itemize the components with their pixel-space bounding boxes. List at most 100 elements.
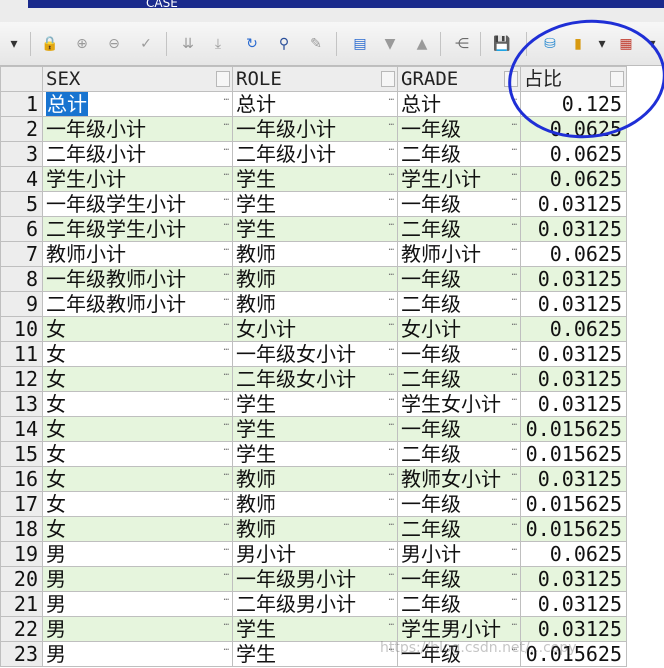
cell-sex[interactable]: 男… xyxy=(42,616,233,642)
save-floppy-icon[interactable]: 💾 xyxy=(492,34,512,54)
row-number[interactable]: 18 xyxy=(0,516,43,542)
cell-edit-marker[interactable]: … xyxy=(389,543,394,555)
row-number[interactable]: 22 xyxy=(0,616,43,642)
column-filter-button[interactable] xyxy=(381,71,395,87)
row-number[interactable]: 15 xyxy=(0,441,43,467)
cell-edit-marker[interactable]: … xyxy=(512,293,517,305)
cell-sex[interactable]: 二年级教师小计… xyxy=(42,291,233,317)
cell-grade[interactable]: 总计… xyxy=(397,91,521,117)
cell-edit-marker[interactable]: … xyxy=(389,443,394,455)
cell-ratio[interactable]: 0.03125 xyxy=(520,616,627,642)
cell-edit-marker[interactable]: … xyxy=(389,118,394,130)
cell-ratio[interactable]: 0.015625 xyxy=(520,416,627,442)
cell-grade[interactable]: 二年级… xyxy=(397,141,521,167)
cell-edit-marker[interactable]: … xyxy=(512,468,517,480)
clear-eraser-icon[interactable]: ✎ xyxy=(306,34,326,54)
table-row[interactable]: 1 总计… 总计… 总计… 0.125 xyxy=(0,91,627,117)
refresh-icon[interactable]: ↻ xyxy=(242,34,262,54)
cell-grade[interactable]: 一年级… xyxy=(397,266,521,292)
table-row[interactable]: 10 女… 女小计… 女小计… 0.0625 xyxy=(0,316,627,342)
cell-role[interactable]: 教师… xyxy=(232,516,398,542)
column-header-sex[interactable]: SEX xyxy=(42,66,233,92)
table-row[interactable]: 18 女… 教师… 二年级… 0.015625 xyxy=(0,516,627,542)
cell-grade[interactable]: 男小计… xyxy=(397,541,521,567)
cell-edit-marker[interactable]: … xyxy=(389,343,394,355)
cell-ratio[interactable]: 0.015625 xyxy=(520,641,627,667)
cell-grade[interactable]: 一年级… xyxy=(397,191,521,217)
cell-sex[interactable]: 女… xyxy=(42,316,233,342)
table-row[interactable]: 15 女… 学生… 二年级… 0.015625 xyxy=(0,441,627,467)
cell-sex[interactable]: 二年级学生小计… xyxy=(42,216,233,242)
cell-edit-marker[interactable]: … xyxy=(389,368,394,380)
cell-edit-marker[interactable]: … xyxy=(512,393,517,405)
cell-role[interactable]: 二年级男小计… xyxy=(232,591,398,617)
cell-role[interactable]: 学生… xyxy=(232,616,398,642)
cell-edit-marker[interactable]: … xyxy=(389,568,394,580)
cell-edit-marker[interactable]: … xyxy=(224,543,229,555)
cell-role[interactable]: 学生… xyxy=(232,391,398,417)
row-number[interactable]: 14 xyxy=(0,416,43,442)
table-row[interactable]: 20 男… 一年级男小计… 一年级… 0.03125 xyxy=(0,566,627,592)
cell-role[interactable]: 教师… xyxy=(232,266,398,292)
table-row[interactable]: 6 二年级学生小计… 学生… 二年级… 0.03125 xyxy=(0,216,627,242)
cell-edit-marker[interactable]: … xyxy=(224,93,229,105)
cell-edit-marker[interactable]: … xyxy=(224,593,229,605)
cell-edit-marker[interactable]: … xyxy=(389,393,394,405)
row-number[interactable]: 17 xyxy=(0,491,43,517)
table-row[interactable]: 2 一年级小计… 一年级小计… 一年级… 0.0625 xyxy=(0,116,627,142)
cell-edit-marker[interactable]: … xyxy=(512,493,517,505)
column-filter-button[interactable] xyxy=(610,71,624,87)
cell-ratio[interactable]: 0.03125 xyxy=(520,591,627,617)
cell-ratio[interactable]: 0.03125 xyxy=(520,466,627,492)
cell-edit-marker[interactable]: … xyxy=(224,268,229,280)
cell-ratio[interactable]: 0.03125 xyxy=(520,341,627,367)
table-row[interactable]: 21 男… 二年级男小计… 二年级… 0.03125 xyxy=(0,591,627,617)
table-row[interactable]: 7 教师小计… 教师… 教师小计… 0.0625 xyxy=(0,241,627,267)
cell-grade[interactable]: 二年级… xyxy=(397,291,521,317)
cell-edit-marker[interactable]: … xyxy=(389,318,394,330)
row-number[interactable]: 9 xyxy=(0,291,43,317)
cell-edit-marker[interactable]: … xyxy=(389,643,394,655)
cell-edit-marker[interactable]: … xyxy=(224,468,229,480)
cell-edit-marker[interactable]: … xyxy=(512,218,517,230)
cell-ratio[interactable]: 0.03125 xyxy=(520,366,627,392)
column-filter-button[interactable] xyxy=(504,71,518,87)
cell-grade[interactable]: 二年级… xyxy=(397,216,521,242)
table-row[interactable]: 22 男… 学生… 学生男小计… 0.03125 xyxy=(0,616,627,642)
first-record-icon[interactable]: ⇊ xyxy=(178,34,198,54)
cell-ratio[interactable]: 0.0625 xyxy=(520,316,627,342)
cell-sex[interactable]: 女… xyxy=(42,366,233,392)
cell-edit-marker[interactable]: … xyxy=(512,168,517,180)
cell-sex[interactable]: 男… xyxy=(42,641,233,667)
table-row[interactable]: 4 学生小计… 学生… 学生小计… 0.0625 xyxy=(0,166,627,192)
cell-sex[interactable]: 一年级教师小计… xyxy=(42,266,233,292)
table-row[interactable]: 12 女… 二年级女小计… 二年级… 0.03125 xyxy=(0,366,627,392)
row-number[interactable]: 3 xyxy=(0,141,43,167)
chart-bars-icon[interactable]: ▮ xyxy=(568,34,588,54)
cell-ratio[interactable]: 0.0625 xyxy=(520,241,627,267)
cell-edit-marker[interactable]: … xyxy=(512,268,517,280)
cell-edit-marker[interactable]: … xyxy=(224,193,229,205)
cell-ratio[interactable]: 0.03125 xyxy=(520,216,627,242)
active-tab-bar[interactable]: CASE xyxy=(28,0,664,10)
cell-ratio[interactable]: 0.03125 xyxy=(520,291,627,317)
cell-role[interactable]: 二年级女小计… xyxy=(232,366,398,392)
cell-sex[interactable]: 女… xyxy=(42,441,233,467)
cell-ratio[interactable]: 0.0625 xyxy=(520,141,627,167)
single-record-view-icon[interactable]: ▤ xyxy=(350,34,370,54)
table-row[interactable]: 17 女… 教师… 一年级… 0.015625 xyxy=(0,491,627,517)
cell-grade[interactable]: 一年级… xyxy=(397,116,521,142)
cell-edit-marker[interactable]: … xyxy=(224,443,229,455)
table-row[interactable]: 8 一年级教师小计… 教师… 一年级… 0.03125 xyxy=(0,266,627,292)
row-number[interactable]: 5 xyxy=(0,191,43,217)
cell-role[interactable]: 男小计… xyxy=(232,541,398,567)
cell-ratio[interactable]: 0.0625 xyxy=(520,541,627,567)
column-header-role[interactable]: ROLE xyxy=(232,66,398,92)
cell-sex[interactable]: 二年级小计… xyxy=(42,141,233,167)
cell-grade[interactable]: 一年级… xyxy=(397,341,521,367)
cell-edit-marker[interactable]: … xyxy=(224,568,229,580)
cell-edit-marker[interactable]: … xyxy=(224,418,229,430)
table-row[interactable]: 16 女… 教师… 教师女小计… 0.03125 xyxy=(0,466,627,492)
cell-edit-marker[interactable]: … xyxy=(512,343,517,355)
cell-grade[interactable]: 一年级… xyxy=(397,641,521,667)
